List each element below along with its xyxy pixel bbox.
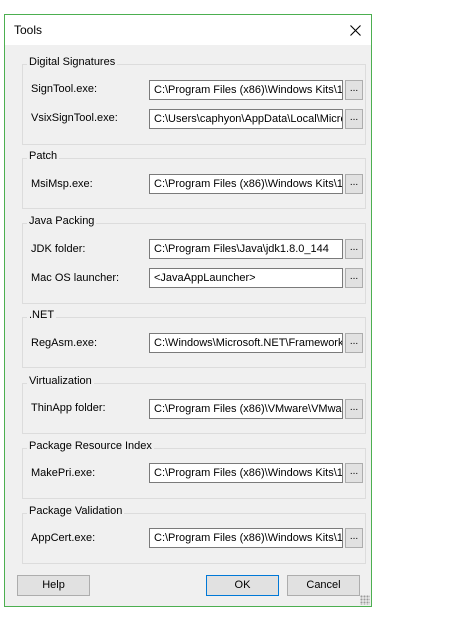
thinapp-folder-label: ThinApp folder: [31,402,106,414]
vsixsigntool-path-field[interactable]: C:\Users\caphyon\AppData\Local\Micro [149,109,343,129]
cancel-button[interactable]: Cancel [287,575,360,596]
vsixsigntool-browse-button[interactable]: ... [345,109,363,129]
vsixsigntool-label: VsixSignTool.exe: [31,112,118,124]
group-title: Virtualization [27,375,94,387]
jdk-folder-label: JDK folder: [31,243,86,255]
close-button[interactable] [339,15,371,45]
ok-button[interactable]: OK [206,575,279,596]
thinapp-folder-browse-button[interactable]: ... [345,399,363,419]
mac-os-launcher-label: Mac OS launcher: [31,272,120,284]
group-package-validation: Package Validation AppCert.exe: C:\Progr… [22,505,366,564]
makepri-label: MakePri.exe: [31,467,96,479]
appcert-label: AppCert.exe: [31,532,96,544]
group-java-packing: Java Packing JDK folder: C:\Program File… [22,215,366,304]
jdk-folder-field[interactable]: C:\Program Files\Java\jdk1.8.0_144 [149,239,343,259]
tools-dialog: Tools Digital Signatures SignTool.exe: C… [4,14,372,607]
title-bar: Tools [5,15,371,45]
mac-os-launcher-field[interactable]: <JavaAppLauncher> [149,268,343,288]
group-title: Package Validation [27,505,125,517]
makepri-path-field[interactable]: C:\Program Files (x86)\Windows Kits\10 [149,463,343,483]
group-patch: Patch MsiMsp.exe: C:\Program Files (x86)… [22,150,366,209]
regasm-browse-button[interactable]: ... [345,333,363,353]
signtool-label: SignTool.exe: [31,83,98,95]
group-title: Patch [27,150,60,162]
regasm-path-field[interactable]: C:\Windows\Microsoft.NET\Framework [149,333,343,353]
msimsp-browse-button[interactable]: ... [345,174,363,194]
appcert-browse-button[interactable]: ... [345,528,363,548]
group-package-resource-index: Package Resource Index MakePri.exe: C:\P… [22,440,366,499]
msimsp-path-field[interactable]: C:\Program Files (x86)\Windows Kits\10 [149,174,343,194]
msimsp-label: MsiMsp.exe: [31,178,93,190]
mac-os-launcher-browse-button[interactable]: ... [345,268,363,288]
jdk-folder-browse-button[interactable]: ... [345,239,363,259]
group-title: Java Packing [27,215,97,227]
group-digital-signatures: Digital Signatures SignTool.exe: C:\Prog… [22,56,366,145]
appcert-path-field[interactable]: C:\Program Files (x86)\Windows Kits\10 [149,528,343,548]
group-virtualization: Virtualization ThinApp folder: C:\Progra… [22,375,366,434]
makepri-browse-button[interactable]: ... [345,463,363,483]
group-title: Package Resource Index [27,440,154,452]
window-title: Tools [14,23,43,37]
help-button[interactable]: Help [17,575,90,596]
close-icon [349,24,361,36]
group-dotnet: .NET RegAsm.exe: C:\Windows\Microsoft.NE… [22,309,366,368]
thinapp-folder-field[interactable]: C:\Program Files (x86)\VMware\VMware [149,399,343,419]
signtool-path-field[interactable]: C:\Program Files (x86)\Windows Kits\10 [149,80,343,100]
group-title: .NET [27,309,57,321]
signtool-browse-button[interactable]: ... [345,80,363,100]
resize-grip[interactable] [360,595,370,605]
regasm-label: RegAsm.exe: [31,337,98,349]
group-title: Digital Signatures [27,56,118,68]
